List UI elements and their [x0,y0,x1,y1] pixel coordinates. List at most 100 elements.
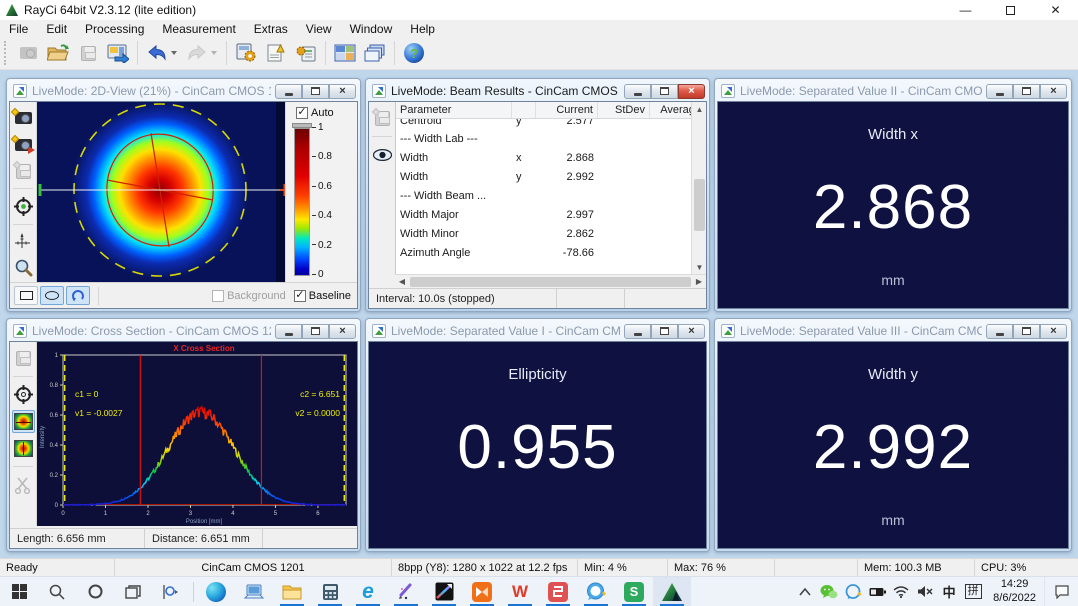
close-button[interactable]: × [678,84,705,99]
scroll-up-arrow[interactable]: ▲ [692,102,707,116]
cortana-icon[interactable] [76,577,114,606]
display-settings-icon[interactable] [235,577,273,606]
menu-processing[interactable]: Processing [76,22,153,36]
calculator-icon[interactable] [311,577,349,606]
rectangle-select-button[interactable] [14,286,38,305]
minimize-button[interactable] [275,84,302,99]
menu-help[interactable]: Help [401,22,444,36]
screen-capture-tool-icon[interactable] [152,577,190,606]
battery-tray-icon[interactable] [865,577,889,606]
snapshot-camera-icon[interactable] [12,107,35,129]
cascade-windows-icon[interactable] [360,40,390,66]
minimize-button[interactable] [624,84,651,99]
background-checkbox[interactable] [212,290,224,302]
search-icon[interactable] [38,577,76,606]
undo-dropdown-caret[interactable] [171,51,177,55]
col-current[interactable]: Current [536,102,598,118]
maximize-button[interactable] [302,84,329,99]
open-file-icon[interactable] [43,40,73,66]
window-titlebar[interactable]: LiveMode: Cross Section - CinCam CMOS 12… [9,321,358,341]
wechat-tray-icon[interactable] [817,577,841,606]
help-icon[interactable]: ? [399,40,429,66]
file-explorer-icon[interactable] [273,577,311,606]
baseline-checkbox[interactable] [294,290,306,302]
close-button[interactable]: × [329,84,356,99]
language-indicator[interactable]: 中 [937,577,961,606]
centroid-target-icon[interactable] [12,195,35,217]
table-row[interactable]: Azimuth Angle -78.66 [396,243,706,262]
menu-extras[interactable]: Extras [245,22,297,36]
results-table[interactable]: Parameter Current StDev Average Centroid… [395,102,706,274]
ellipse-select-button[interactable] [40,286,64,305]
visibility-eye-icon[interactable] [371,143,394,166]
col-axis[interactable] [512,102,536,118]
app-maximize-button[interactable] [988,0,1033,20]
ime-indicator[interactable]: 拼 [961,577,985,606]
rayci-taskbar-icon[interactable] [653,577,691,606]
save-results-icon[interactable] [371,107,394,130]
close-button[interactable]: × [1040,84,1067,99]
window-titlebar[interactable]: LiveMode: Separated Value I - CinCam CMO… [368,321,707,341]
cut-scissors-icon[interactable] [12,473,35,496]
video-player-app-icon[interactable] [463,577,501,606]
vertical-scrollbar[interactable]: ▲ ▼ [691,102,706,274]
menu-file[interactable]: File [0,22,37,36]
maximize-button[interactable] [1013,84,1040,99]
qq-chat-tray-icon[interactable] [841,577,865,606]
tile-windows-icon[interactable] [330,40,360,66]
undo-button[interactable] [142,40,182,66]
toolbar-grip[interactable] [4,41,9,65]
menu-view[interactable]: View [297,22,341,36]
red-utility-app-icon[interactable] [539,577,577,606]
tray-expand-chevron-icon[interactable] [793,577,817,606]
col-stdev[interactable]: StDev [598,102,650,118]
export-view-icon[interactable] [103,40,133,66]
table-row[interactable]: Width Major 2.997 [396,205,706,224]
menu-window[interactable]: Window [341,22,402,36]
table-row[interactable]: Width y 2.992 [396,167,706,186]
table-row[interactable]: --- Width Beam ... [396,186,706,205]
camera-connect-icon[interactable] [13,40,43,66]
horizontal-scrollbar[interactable]: ◀ ▶ [395,274,706,288]
window-titlebar[interactable]: LiveMode: 2D-View (21%) - CinCam CMOS 12… [9,81,358,101]
menu-measurement[interactable]: Measurement [153,22,244,36]
notification-center-icon[interactable] [1044,577,1078,606]
edge-browser-icon[interactable] [197,577,235,606]
table-row[interactable]: Centroid y 2.577 [396,119,706,129]
colorbar-gradient[interactable] [294,128,310,276]
chat-messenger-icon[interactable] [577,577,615,606]
minimize-button[interactable] [624,324,651,339]
menu-edit[interactable]: Edit [37,22,76,36]
y-cross-section-icon[interactable] [12,437,35,460]
scroll-down-arrow[interactable]: ▼ [692,260,707,274]
table-row[interactable]: Width Minor 2.862 [396,224,706,243]
preferences-icon[interactable] [291,40,321,66]
maximize-button[interactable] [1013,324,1040,339]
cross-section-plot[interactable]: X Cross Section Intensity Position [mm] … [37,342,357,526]
beam-2d-image[interactable] [37,102,293,284]
internet-explorer-icon[interactable]: e [349,577,387,606]
redo-button[interactable] [182,40,222,66]
start-button[interactable] [0,577,38,606]
wps-office-icon[interactable]: W [501,577,539,606]
app-close-button[interactable]: ✕ [1033,0,1078,20]
scrollbar-thumb[interactable] [694,179,705,231]
volume-muted-tray-icon[interactable] [913,577,937,606]
col-parameter[interactable]: Parameter [396,102,512,118]
table-row[interactable]: Width x 2.868 [396,148,706,167]
window-titlebar[interactable]: LiveMode: Beam Results - CinCam CMOS 120… [368,81,707,101]
save-icon[interactable] [12,347,35,370]
x-cross-section-icon[interactable] [12,410,35,433]
save-snapshot-icon[interactable] [12,160,35,182]
window-titlebar[interactable]: LiveMode: Separated Value II - CinCam CM… [717,81,1069,101]
axes-icon[interactable] [12,231,35,253]
auto-checkbox[interactable] [296,107,308,119]
maximize-button[interactable] [302,324,329,339]
window-titlebar[interactable]: LiveMode: Separated Value III - CinCam C… [717,321,1069,341]
task-view-icon[interactable] [114,577,152,606]
scrollbar-thumb[interactable] [410,277,691,287]
color-prism-app-icon[interactable] [425,577,463,606]
scroll-right-arrow[interactable]: ▶ [692,275,706,289]
rotate-button[interactable] [66,286,90,305]
settings-icon[interactable] [231,40,261,66]
